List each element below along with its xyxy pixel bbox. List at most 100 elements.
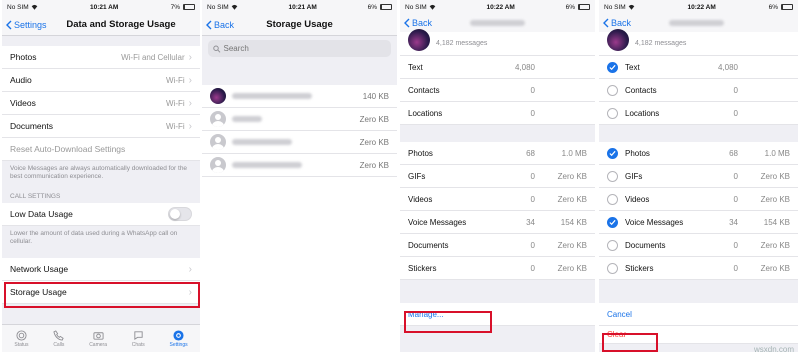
item-count: 68 <box>729 148 738 158</box>
checkbox-checked[interactable] <box>607 216 618 228</box>
select-row-stickers[interactable]: Stickers 0 Zero KB <box>599 257 798 280</box>
item-count: 0 <box>733 171 738 181</box>
carrier-label: No SIM <box>7 3 29 11</box>
row-label: GIFs <box>408 171 426 181</box>
category-row-videos: Videos 0 Zero KB <box>400 188 595 211</box>
item-size: Zero KB <box>557 171 587 181</box>
select-row-gifs[interactable]: GIFs 0 Zero KB <box>599 165 798 188</box>
battery-percent: 6% <box>565 3 575 11</box>
cancel-button[interactable]: Cancel <box>599 303 798 326</box>
avatar <box>210 157 226 173</box>
chevron-left-icon <box>206 20 212 29</box>
select-row-documents[interactable]: Documents 0 Zero KB <box>599 234 798 257</box>
network-usage-row[interactable]: Network Usage › <box>2 258 200 281</box>
item-count: 68 <box>526 148 535 158</box>
select-row-text[interactable]: Text 4,080 <box>599 56 798 79</box>
row-value: Wi-Fi <box>166 121 185 131</box>
blurred-contact-name <box>232 116 262 122</box>
select-row-locations[interactable]: Locations 0 <box>599 102 798 125</box>
select-row-photos[interactable]: Photos 68 1.0 MB <box>599 142 798 165</box>
auto-download-photos-row[interactable]: Photos Wi-Fi and Cellular › <box>2 46 200 69</box>
select-row-contacts[interactable]: Contacts 0 <box>599 79 798 102</box>
checkbox-unchecked[interactable] <box>607 193 618 205</box>
row-label: Text <box>625 62 640 72</box>
avatar <box>607 28 629 51</box>
row-label: Voice Messages <box>625 217 684 227</box>
wifi-icon <box>231 4 237 10</box>
row-label: Photos <box>408 148 433 158</box>
carrier-label: No SIM <box>604 3 626 11</box>
low-data-usage-toggle[interactable] <box>168 207 192 221</box>
row-label: Photos <box>625 148 650 158</box>
checkbox-checked[interactable] <box>607 147 618 159</box>
item-count: 0 <box>733 85 738 95</box>
row-label: Documents <box>10 121 53 131</box>
chat-icon <box>134 330 143 340</box>
item-count: 34 <box>526 217 535 227</box>
row-label: GIFs <box>625 171 643 181</box>
checkbox-unchecked[interactable] <box>607 262 618 274</box>
screen-manage-storage: No SIM 10:22 AM 6% Back 4,182 messages T… <box>599 0 798 352</box>
manage-button[interactable]: Manage... <box>400 303 595 326</box>
tab-label: Status <box>14 341 29 348</box>
tab-status[interactable]: Status <box>14 329 29 348</box>
item-size: Zero KB <box>557 263 587 273</box>
row-label: Contacts <box>625 85 657 95</box>
call-settings-header: CALL SETTINGS <box>10 193 61 200</box>
checkbox-unchecked[interactable] <box>607 84 618 96</box>
back-button[interactable]: Back <box>202 20 234 30</box>
checkbox-unchecked[interactable] <box>607 107 618 119</box>
chevron-left-icon <box>404 18 410 28</box>
item-count: 0 <box>530 108 535 118</box>
chevron-right-icon: › <box>188 51 192 63</box>
select-row-voice-messages[interactable]: Voice Messages 34 154 KB <box>599 211 798 234</box>
chat-storage-row[interactable]: Zero KB <box>202 108 397 131</box>
chevron-left-icon <box>603 18 609 28</box>
low-data-usage-row: Low Data Usage <box>2 203 200 226</box>
tab-calls[interactable]: Calls <box>53 329 64 348</box>
tab-camera[interactable]: Camera <box>89 330 107 348</box>
battery-percent: 6% <box>367 3 377 11</box>
chat-storage-row[interactable]: Zero KB <box>202 154 397 177</box>
auto-download-videos-row[interactable]: Videos Wi-Fi › <box>2 92 200 115</box>
chevron-right-icon: › <box>188 263 192 275</box>
item-count: 4,080 <box>717 62 738 72</box>
checkbox-unchecked[interactable] <box>607 239 618 251</box>
row-label: Contacts <box>408 85 440 95</box>
reset-auto-download-button[interactable]: Reset Auto-Download Settings <box>2 138 200 161</box>
select-row-videos[interactable]: Videos 0 Zero KB <box>599 188 798 211</box>
storage-usage-row[interactable]: Storage Usage › <box>2 281 200 304</box>
gear-icon <box>173 329 184 341</box>
row-label: Videos <box>408 194 433 204</box>
category-row-voice-messages: Voice Messages 34 154 KB <box>400 211 595 234</box>
item-count: 0 <box>733 194 738 204</box>
back-button[interactable]: Settings <box>2 20 47 30</box>
item-count: 34 <box>729 217 738 227</box>
avatar <box>408 28 430 51</box>
category-row-photos: Photos 68 1.0 MB <box>400 142 595 165</box>
back-button[interactable]: Back <box>400 18 432 28</box>
chat-size: Zero KB <box>359 160 389 170</box>
wifi-icon <box>31 4 37 10</box>
page-title: Data and Storage Usage <box>66 19 176 30</box>
tab-label: Camera <box>89 341 107 348</box>
camera-icon <box>93 331 104 340</box>
search-input[interactable] <box>223 44 386 53</box>
auto-download-audio-row[interactable]: Audio Wi-Fi › <box>2 69 200 92</box>
row-value: Wi-Fi and Cellular <box>121 52 185 62</box>
blurred-contact-name <box>232 139 292 145</box>
chat-storage-row[interactable]: Zero KB <box>202 131 397 154</box>
clear-button[interactable]: Clear <box>599 326 798 344</box>
auto-download-documents-row[interactable]: Documents Wi-Fi › <box>2 115 200 138</box>
tab-chats[interactable]: Chats <box>132 330 145 348</box>
chat-size: Zero KB <box>359 137 389 147</box>
row-label: Locations <box>408 108 443 118</box>
checkbox-checked[interactable] <box>607 61 618 73</box>
chat-storage-row[interactable]: 140 KB <box>202 85 397 108</box>
row-label: Videos <box>625 194 650 204</box>
tab-settings[interactable]: Settings <box>170 329 188 348</box>
checkbox-unchecked[interactable] <box>607 170 618 182</box>
back-button[interactable]: Back <box>599 18 631 28</box>
clock: 10:22 AM <box>687 3 716 11</box>
avatar <box>210 134 226 150</box>
